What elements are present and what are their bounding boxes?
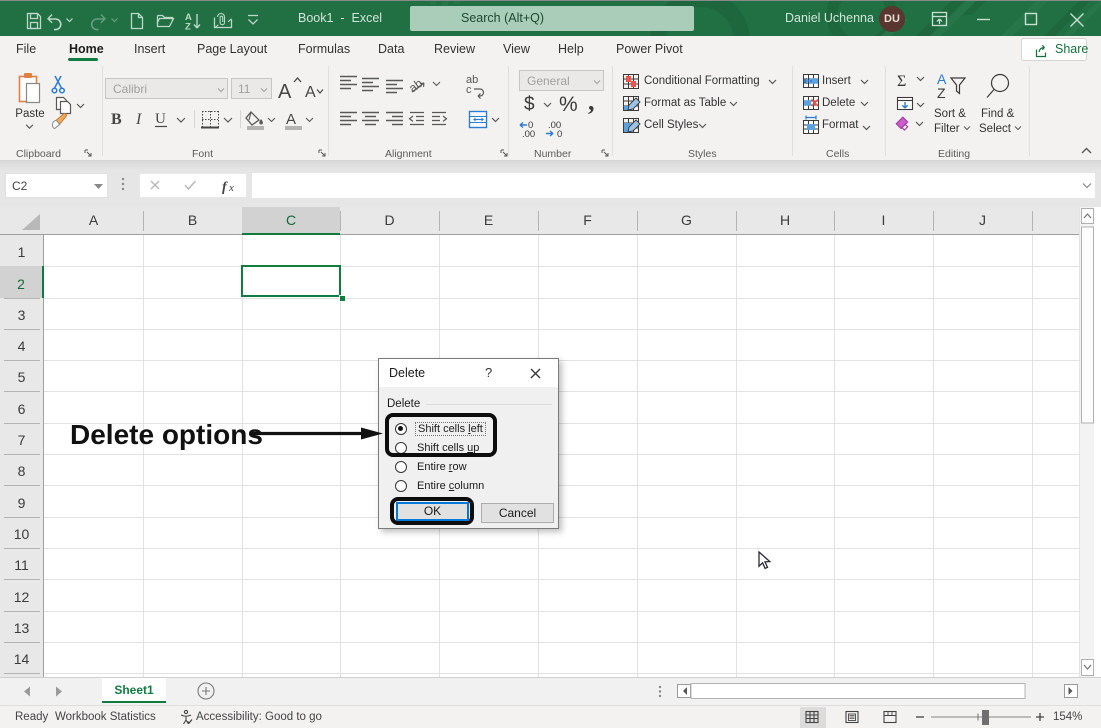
svg-text:A: A: [286, 111, 296, 128]
svg-text:B: B: [111, 111, 122, 128]
svg-text:ab: ab: [406, 76, 425, 95]
svg-text:Σ: Σ: [897, 73, 906, 90]
svg-text:%: %: [559, 93, 578, 116]
svg-text:A: A: [305, 84, 316, 101]
svg-text:$: $: [524, 94, 535, 115]
svg-text:x: x: [228, 182, 234, 194]
svg-text:.00: .00: [522, 129, 535, 140]
svg-text:A: A: [278, 81, 292, 103]
svg-text:Z: Z: [185, 22, 191, 33]
svg-text:Z: Z: [937, 85, 946, 101]
svg-text:,: ,: [588, 87, 595, 116]
svg-text:c: c: [466, 84, 472, 96]
svg-text:U: U: [155, 111, 166, 127]
svg-text:f: f: [222, 180, 228, 195]
svg-text:I: I: [135, 111, 142, 128]
svg-text:0: 0: [557, 129, 562, 140]
